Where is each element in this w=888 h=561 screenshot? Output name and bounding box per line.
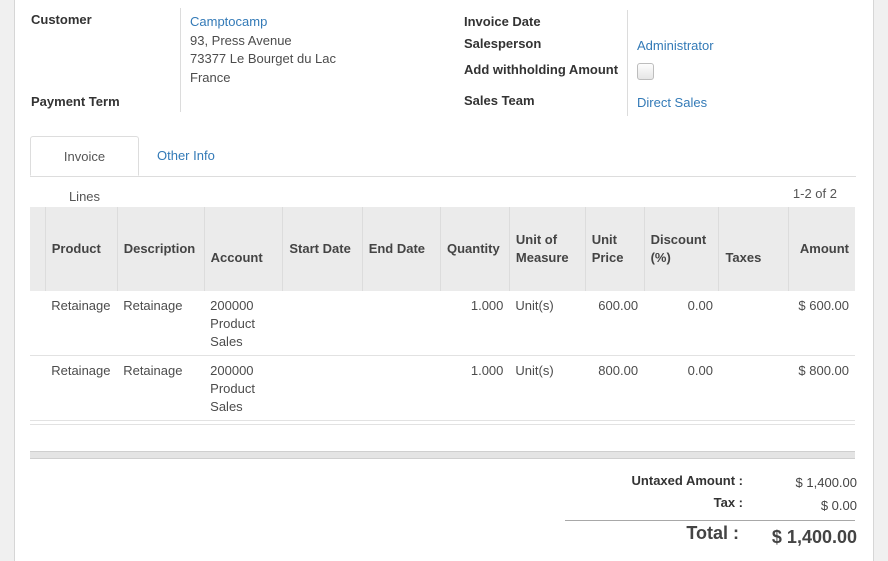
customer-link[interactable]: Camptocamp bbox=[190, 14, 267, 29]
cell-taxes bbox=[718, 291, 789, 356]
column-header-unit-price[interactable]: Unit Price bbox=[584, 207, 645, 291]
tax-value: $ 0.00 bbox=[820, 498, 857, 513]
column-header-end-date[interactable]: End Date bbox=[361, 207, 441, 291]
table-row[interactable]: Retainage Retainage 200000 Product Sales… bbox=[30, 355, 855, 421]
row-handle bbox=[30, 291, 46, 356]
cell-unit-price: 800.00 bbox=[585, 355, 645, 421]
column-header-product[interactable]: Product bbox=[44, 207, 118, 291]
cell-description: Retainage bbox=[117, 291, 205, 356]
cell-discount: 0.00 bbox=[644, 355, 719, 421]
table-header-row: Product Description Account Start Date E… bbox=[30, 207, 855, 291]
total-value: $ 1,400.00 bbox=[771, 527, 857, 547]
column-header-description[interactable]: Description bbox=[116, 207, 205, 291]
customer-country: France bbox=[190, 70, 231, 85]
cell-account: 200000 Product Sales bbox=[204, 291, 283, 356]
column-header-uom[interactable]: Unit of Measure bbox=[508, 207, 586, 291]
row-handle-header bbox=[30, 207, 46, 291]
tab-other-info[interactable]: Other Info bbox=[141, 136, 231, 176]
untaxed-amount-label: Untaxed Amount : bbox=[631, 473, 743, 488]
salesperson-label: Salesperson bbox=[464, 36, 542, 51]
column-header-account[interactable]: Account bbox=[203, 207, 283, 291]
notebook-tabs: Invoice Lines Other Info bbox=[30, 136, 856, 204]
tab-invoice-lines[interactable]: Invoice Lines bbox=[30, 136, 139, 204]
tax-label: Tax : bbox=[713, 495, 743, 510]
row-handle bbox=[30, 355, 46, 421]
cell-quantity: 1.000 bbox=[440, 355, 510, 421]
table-footer-bar bbox=[30, 451, 855, 459]
column-header-quantity[interactable]: Quantity bbox=[439, 207, 510, 291]
cell-uom: Unit(s) bbox=[509, 291, 586, 356]
sales-team-link[interactable]: Direct Sales bbox=[637, 95, 707, 110]
field-divider-right bbox=[627, 10, 628, 116]
invoice-date-label: Invoice Date bbox=[464, 14, 541, 29]
salesperson-link[interactable]: Administrator bbox=[637, 38, 714, 53]
cell-account: 200000 Product Sales bbox=[204, 355, 283, 421]
column-header-taxes[interactable]: Taxes bbox=[718, 207, 789, 291]
payment-term-label: Payment Term bbox=[31, 94, 120, 109]
cell-product: Retainage bbox=[45, 355, 118, 421]
totals-divider bbox=[565, 520, 855, 521]
cell-description: Retainage bbox=[117, 355, 205, 421]
column-header-start-date[interactable]: Start Date bbox=[282, 207, 363, 291]
customer-address-line2: 73377 Le Bourget du Lac bbox=[190, 51, 337, 66]
column-header-discount[interactable]: Discount (%) bbox=[643, 207, 719, 291]
column-header-amount[interactable]: Amount bbox=[788, 207, 855, 291]
cell-uom: Unit(s) bbox=[509, 355, 586, 421]
pager-value[interactable]: 1-2 of 2 bbox=[793, 186, 837, 201]
cell-amount: $ 800.00 bbox=[788, 355, 855, 421]
cell-amount: $ 600.00 bbox=[788, 291, 855, 356]
untaxed-amount-value: $ 1,400.00 bbox=[795, 475, 857, 490]
cell-taxes bbox=[718, 355, 789, 421]
field-divider bbox=[180, 8, 181, 112]
cell-unit-price: 600.00 bbox=[585, 291, 645, 356]
withholding-checkbox[interactable] bbox=[637, 63, 654, 80]
cell-end-date bbox=[362, 355, 441, 421]
total-label: Total : bbox=[686, 523, 739, 543]
invoice-lines-table: Product Description Account Start Date E… bbox=[30, 207, 855, 421]
cell-end-date bbox=[362, 291, 441, 356]
cell-start-date bbox=[282, 291, 363, 356]
table-row[interactable]: Retainage Retainage 200000 Product Sales… bbox=[30, 291, 855, 356]
sales-team-label: Sales Team bbox=[464, 93, 535, 108]
cell-product: Retainage bbox=[45, 291, 118, 356]
cell-start-date bbox=[282, 355, 363, 421]
withholding-label: Add withholding Amount bbox=[464, 62, 619, 77]
cell-quantity: 1.000 bbox=[440, 291, 510, 356]
empty-row-divider bbox=[30, 424, 855, 425]
customer-address-line1: 93, Press Avenue bbox=[190, 33, 292, 48]
invoice-form-sheet: Customer Camptocamp 93, Press Avenue 733… bbox=[14, 0, 874, 561]
cell-discount: 0.00 bbox=[644, 291, 719, 356]
customer-label: Customer bbox=[31, 12, 92, 27]
